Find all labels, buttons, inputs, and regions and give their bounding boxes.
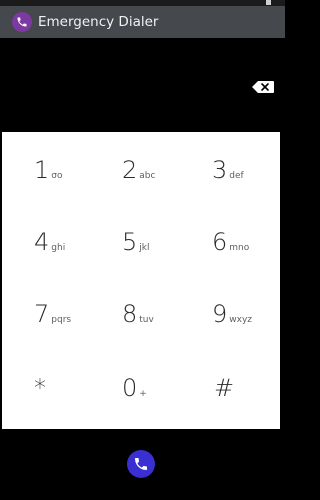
key-letters: wxyz: [229, 315, 253, 325]
key-digit: 0: [122, 374, 138, 402]
dial-key-8[interactable]: 8 tuv: [122, 302, 154, 326]
app-title: Emergency Dialer: [38, 14, 159, 30]
call-button[interactable]: [127, 450, 155, 478]
key-digit: 3: [212, 156, 228, 184]
key-letters: jkl: [139, 243, 150, 253]
key-digit: *: [34, 374, 46, 402]
dial-key-5[interactable]: 5 jkl: [122, 230, 150, 254]
dial-key-star[interactable]: *: [34, 376, 48, 400]
dial-display: [0, 38, 285, 132]
key-letters: def: [229, 171, 244, 181]
dial-key-6[interactable]: 6 mno: [212, 230, 249, 254]
dial-key-0[interactable]: 0 +: [122, 376, 147, 400]
key-letters: +: [139, 389, 147, 399]
backspace-icon[interactable]: [252, 81, 274, 93]
title-bar: Emergency Dialer: [0, 6, 285, 38]
key-letters: ghi: [51, 243, 66, 253]
dial-key-9[interactable]: 9 wxyz: [212, 302, 252, 326]
key-digit: 5: [122, 228, 138, 256]
key-digit: 9: [212, 300, 228, 328]
key-letters: abc: [139, 171, 156, 181]
key-digit: 7: [34, 300, 50, 328]
key-digit: 2: [122, 156, 138, 184]
dial-key-4[interactable]: 4 ghi: [34, 230, 65, 254]
key-digit: #: [214, 374, 235, 402]
key-letters: σο: [51, 171, 63, 181]
dial-key-hash[interactable]: #: [214, 376, 236, 400]
key-digit: 1: [34, 156, 50, 184]
status-icon: [266, 0, 271, 5]
key-letters: tuv: [139, 315, 154, 325]
phone-icon: [135, 458, 147, 470]
dial-key-7[interactable]: 7 pqrs: [34, 302, 71, 326]
key-letters: mno: [229, 243, 250, 253]
dialpad: 1 σο 2 abc 3 def 4 ghi 5 jkl 6 mno 7 pqr…: [2, 132, 280, 429]
key-digit: 4: [34, 228, 50, 256]
dial-key-3[interactable]: 3 def: [212, 158, 244, 182]
key-digit: 8: [122, 300, 138, 328]
dial-key-2[interactable]: 2 abc: [122, 158, 155, 182]
dial-key-1[interactable]: 1 σο: [34, 158, 63, 182]
key-letters: pqrs: [51, 315, 72, 325]
key-digit: 6: [212, 228, 228, 256]
app-phone-icon: [12, 12, 32, 32]
